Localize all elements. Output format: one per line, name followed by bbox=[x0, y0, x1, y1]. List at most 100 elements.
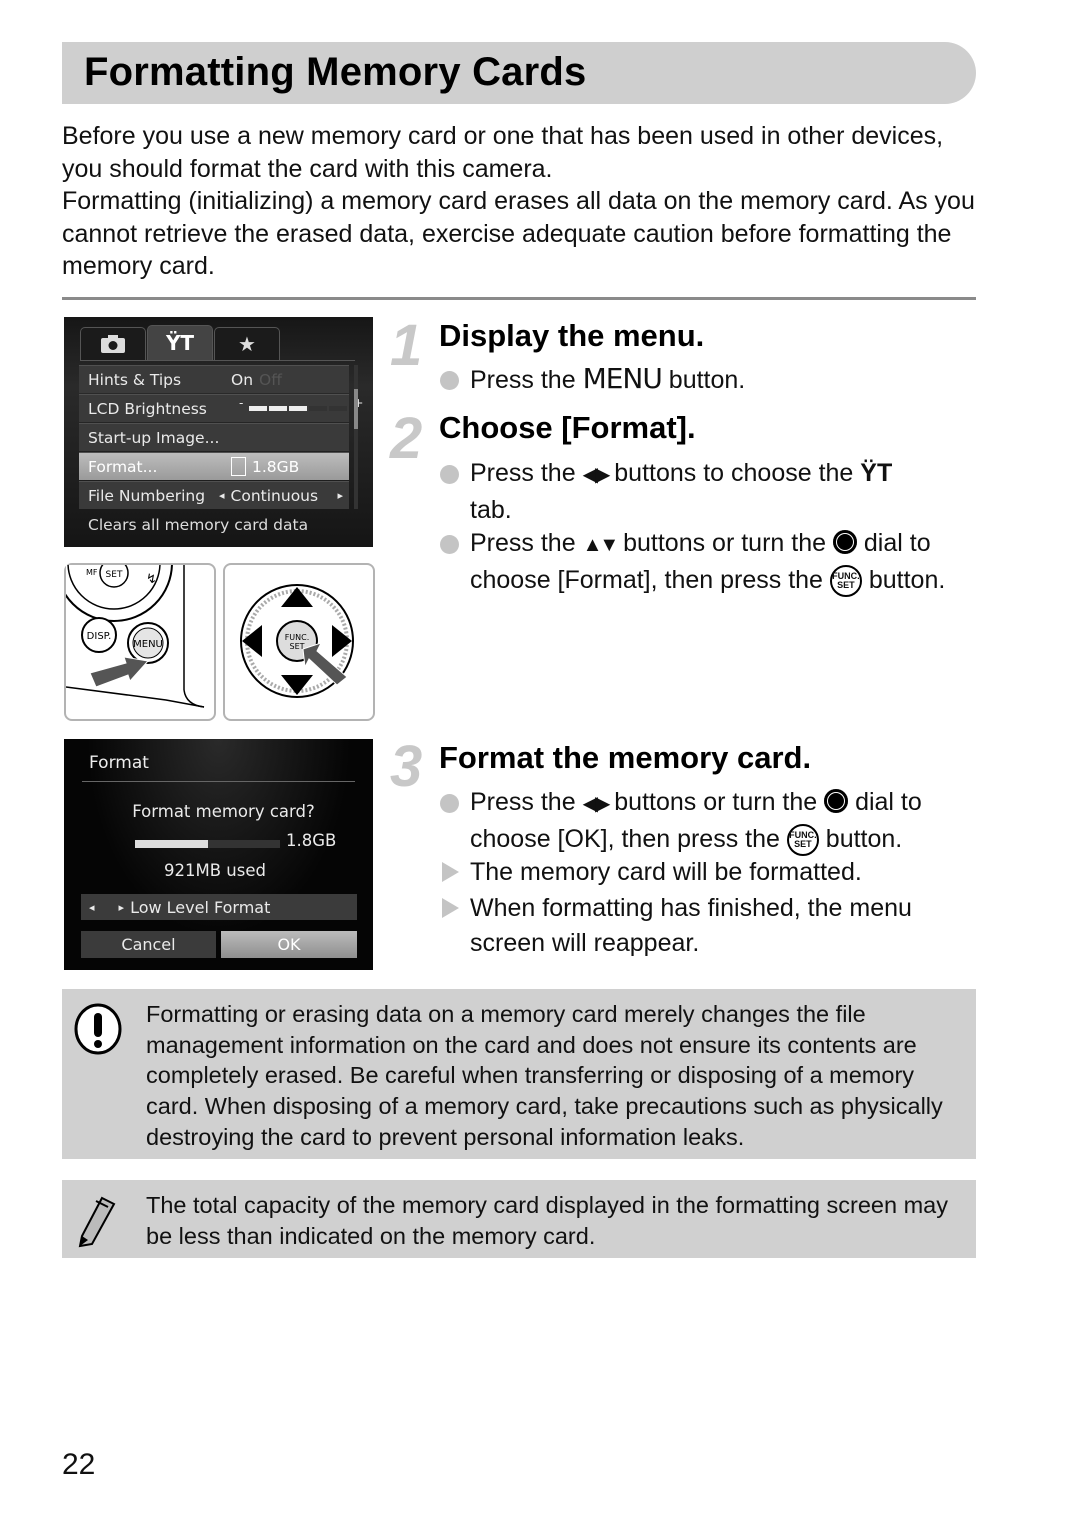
memory-card-icon bbox=[231, 457, 246, 476]
step-bullet: Press the ▲▼ buttons or turn the dial to… bbox=[439, 526, 979, 597]
usage-bar-fill bbox=[135, 840, 208, 848]
set-text: SET bbox=[794, 838, 812, 849]
cancel-button: Cancel bbox=[81, 931, 216, 958]
brightness-segment bbox=[289, 406, 308, 411]
card-capacity: 1.8GB bbox=[252, 457, 300, 476]
set-label: SET bbox=[289, 642, 304, 651]
menu-row-format: Format... 1.8GB bbox=[79, 452, 349, 480]
camera-icon bbox=[101, 335, 125, 353]
pencil-icon bbox=[78, 1196, 116, 1248]
format-question: Format memory card? bbox=[132, 802, 315, 821]
func-set-icon: FUNC. SET bbox=[829, 564, 862, 597]
step-title: Choose [Format]. bbox=[439, 410, 696, 445]
menu-label: MENU bbox=[133, 639, 163, 650]
value-off: Off bbox=[259, 370, 282, 389]
result-arrow-icon bbox=[442, 862, 459, 882]
brightness-segment bbox=[269, 406, 288, 411]
card-capacity: 1.8GB bbox=[286, 831, 337, 850]
left-right-arrows-icon: ◀▶ bbox=[582, 793, 611, 815]
menu-button-glyph: MENU bbox=[582, 362, 663, 395]
text: button. bbox=[818, 824, 903, 853]
text: Press the bbox=[470, 529, 583, 557]
tab-divider bbox=[80, 360, 355, 361]
result-arrow-icon bbox=[442, 898, 459, 918]
bullet-dot-icon bbox=[440, 371, 459, 390]
text: buttons to choose the bbox=[607, 459, 861, 487]
checkbox-arrow-icon: ▸ bbox=[118, 900, 125, 914]
text: buttons or turn the bbox=[607, 788, 825, 816]
text: Press the bbox=[470, 366, 583, 394]
step-bullet: Press the ◀▶ buttons or turn the dial to… bbox=[439, 785, 979, 856]
value-on: On bbox=[231, 370, 254, 389]
menu-row-value: ◂ Continuous bbox=[219, 487, 318, 505]
svg-text:↯: ↯ bbox=[146, 572, 157, 587]
tab-shooting bbox=[80, 327, 146, 360]
menu-row-value: 1.8GB bbox=[231, 457, 299, 476]
func-set-icon: FUNC. SET bbox=[786, 823, 819, 856]
scroll-thumb bbox=[354, 389, 358, 429]
menu-row-label: Format... bbox=[88, 457, 158, 476]
step-title: Display the menu. bbox=[439, 318, 705, 353]
used-text: 921MB used bbox=[164, 861, 266, 880]
brightness-bars bbox=[249, 406, 348, 411]
disp-label: DISP. bbox=[87, 631, 112, 642]
step-title: Format the memory card. bbox=[439, 740, 812, 775]
text: When formatting has finished, the menu s… bbox=[470, 894, 912, 957]
page-number: 22 bbox=[62, 1448, 96, 1481]
pointer-arrow bbox=[89, 656, 149, 688]
control-dial-icon bbox=[824, 789, 849, 813]
illustration-menu-button: SET MF ↯ DISP. MENU bbox=[55, 504, 216, 721]
menu-row-label: Hints & Tips bbox=[88, 370, 182, 389]
setup-tab-icon: ΫT bbox=[860, 459, 893, 487]
brightness-meter: - + bbox=[239, 396, 363, 411]
control-dial-illustration: FUNC. SET bbox=[240, 584, 354, 698]
menu-row-lcd-brightness: LCD Brightness - + bbox=[79, 394, 363, 422]
step-number: 2 bbox=[390, 406, 423, 471]
tab-setup: ΫT bbox=[147, 325, 213, 360]
text: button. bbox=[661, 366, 746, 394]
menu-hint-text: Clears all memory card data bbox=[88, 516, 309, 534]
menu-row-label: File Numbering bbox=[88, 486, 206, 505]
format-dialog-title: Format bbox=[89, 753, 149, 773]
section-title-bar: Formatting Memory Cards bbox=[62, 42, 976, 104]
text: buttons or turn the bbox=[616, 529, 833, 557]
step-result: When formatting has finished, the menu s… bbox=[439, 891, 979, 960]
file-numbering-value: Continuous bbox=[230, 486, 319, 505]
low-level-format-label: Low Level Format bbox=[130, 897, 271, 917]
text: tab. bbox=[470, 495, 512, 524]
divider bbox=[82, 781, 355, 782]
low-level-format-option: ◂ ▸ Low Level Format bbox=[81, 894, 357, 920]
caution-icon bbox=[74, 1003, 122, 1055]
bullet-dot-icon bbox=[440, 794, 459, 813]
step-number: 3 bbox=[390, 734, 423, 799]
menu-row-hints-tips: Hints & Tips On Off bbox=[79, 365, 349, 393]
usage-bar bbox=[135, 840, 280, 848]
brightness-segment bbox=[249, 406, 268, 411]
tab-my-menu: ★ bbox=[214, 327, 280, 360]
left-right-arrows-icon: ◀▶ bbox=[582, 464, 611, 486]
left-arrow-icon: ◂ bbox=[89, 900, 95, 914]
text: Press the bbox=[470, 459, 583, 487]
mf-label: MF bbox=[86, 568, 98, 577]
menu-row-startup-image: Start-up Image... bbox=[79, 423, 349, 451]
page-title: Formatting Memory Cards bbox=[84, 50, 587, 94]
camera-menu-screenshot: ΫT ★ Hints & Tips On Off LCD Brightness … bbox=[64, 317, 373, 547]
bullet-dot-icon bbox=[440, 465, 459, 484]
func-label: FUNC. bbox=[285, 633, 310, 642]
menu-scrollbar bbox=[354, 365, 358, 509]
star-icon: ★ bbox=[238, 332, 256, 356]
menu-row-label: Start-up Image... bbox=[88, 428, 220, 447]
step-bullet: Press the ◀▶ buttons to choose the ΫT ta… bbox=[439, 456, 979, 527]
text: button. bbox=[861, 565, 946, 594]
left-arrow-icon: ◂ bbox=[219, 489, 225, 502]
illustration-func-set: FUNC. SET bbox=[223, 563, 375, 721]
intro-text: Before you use a new memory card or one … bbox=[62, 120, 982, 283]
format-dialog-screenshot: Format Format memory card? 1.8GB 921MB u… bbox=[64, 739, 373, 970]
tip-note: The total capacity of the memory card di… bbox=[62, 1180, 976, 1258]
tip-text: The total capacity of the memory card di… bbox=[146, 1192, 948, 1249]
step-bullet: Press the MENU button. bbox=[439, 362, 979, 398]
text: Press the bbox=[470, 788, 583, 816]
caution-text: Formatting or erasing data on a memory c… bbox=[146, 1001, 943, 1150]
ok-button: OK bbox=[221, 931, 357, 958]
menu-row-label: LCD Brightness bbox=[88, 399, 207, 418]
